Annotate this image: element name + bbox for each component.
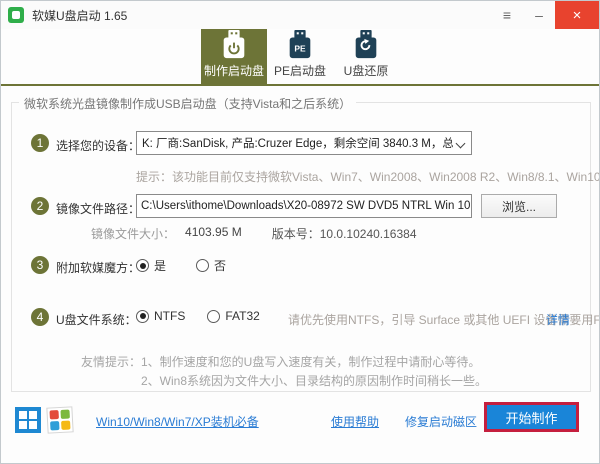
menu-icon[interactable]: ≡ [491,1,523,29]
help-link[interactable]: 使用帮助 [331,413,379,430]
device-select-value: K: 厂商:SanDisk, 产品:Cruzer Edge，剩余空间 3840.… [142,138,453,150]
radio-fat32[interactable]: FAT32 [207,309,260,323]
app-icon [8,7,24,23]
app-window: 软媒U盘启动 1.65 ≡ – × 制作启动盘 PE PE启动盘 U盘还原 微软… [0,0,600,464]
minimize-icon[interactable]: – [523,1,555,29]
tab-underline [1,84,599,86]
tips-line1: 友情提示：1、制作速度和您的U盘写入速度有关，制作过程中请耐心等待。 [81,355,481,369]
radio-cube-yes[interactable]: 是 [136,257,166,274]
windows10-logo-icon[interactable] [15,407,41,433]
step2-label: 镜像文件路径： [56,202,141,216]
usb-restore-icon [355,29,377,59]
tab-make-boot-disk[interactable]: 制作启动盘 [201,29,267,84]
image-version: 版本号：10.0.10240.16384 [271,227,417,241]
tab-label: PE启动盘 [273,64,326,78]
image-size-label: 镜像文件大小： [91,227,176,241]
title-bar: 软媒U盘启动 1.65 ≡ – × [1,1,599,29]
filesystem-radio-group: NTFS FAT32 [136,309,260,323]
step3-badge: 3 [31,256,49,274]
image-info-line: 镜像文件大小： 4103.95 M 版本号：10.0.10240.16384 [91,225,417,242]
usb-power-icon [223,29,245,59]
repair-boot-sector-link[interactable]: 修复启动磁区 [405,413,477,430]
svg-text:PE: PE [294,44,306,54]
chevron-down-icon [455,138,466,149]
tab-label: 制作启动盘 [203,64,264,78]
detail-link[interactable]: 详情 [546,311,570,328]
highlight-annotation: 开始制作 [484,402,579,432]
radio-ntfs[interactable]: NTFS [136,309,185,323]
windows-flag-logo-icon[interactable] [46,406,74,434]
image-path-input[interactable]: C:\Users\ithome\Downloads\X20-08972 SW D… [136,194,472,218]
device-select[interactable]: K: 厂商:SanDisk, 产品:Cruzer Edge，剩余空间 3840.… [136,131,472,155]
tips-line2: 2、Win8系统因为文件大小、目录结构的原因制作时间稍长一些。 [141,374,488,388]
usb-pe-icon: PE [289,29,311,59]
radio-circle [207,309,221,323]
radio-circle [196,259,210,272]
image-size-value: 4103.95 M [185,225,242,239]
radio-cube-no[interactable]: 否 [196,257,226,274]
start-button[interactable]: 开始制作 [487,405,576,429]
app-icon-glyph [12,11,20,19]
window-title: 软媒U盘启动 1.65 [32,8,128,23]
step3-label: 附加软媒魔方： [56,261,141,275]
tab-pe-boot-disk[interactable]: PE PE启动盘 [267,29,333,84]
radio-circle [136,309,149,323]
step2-badge: 2 [31,197,49,215]
step4-badge: 4 [31,308,49,326]
step1-label: 选择您的设备： [56,139,141,153]
browse-button[interactable]: 浏览... [481,194,557,218]
step4-label: U盘文件系统： [56,313,137,327]
step1-hint: 提示：该功能目前仅支持微软Vista、Win7、Win2008、Win2008 … [136,170,600,184]
essentials-link[interactable]: Win10/Win8/Win7/XP装机必备 [96,413,259,430]
radio-circle [136,259,149,272]
group-box-title: 微软系统光盘镜像制作成USB启动盘（支持Vista和之后系统） [19,95,357,112]
cube-radio-group: 是 否 [136,257,226,274]
close-icon[interactable]: × [555,1,599,29]
window-controls: ≡ – × [491,1,599,29]
step1-badge: 1 [31,134,49,152]
tab-bar: 制作启动盘 PE PE启动盘 U盘还原 [1,29,599,84]
tab-usb-restore[interactable]: U盘还原 [333,29,399,84]
tab-label: U盘还原 [343,64,389,78]
